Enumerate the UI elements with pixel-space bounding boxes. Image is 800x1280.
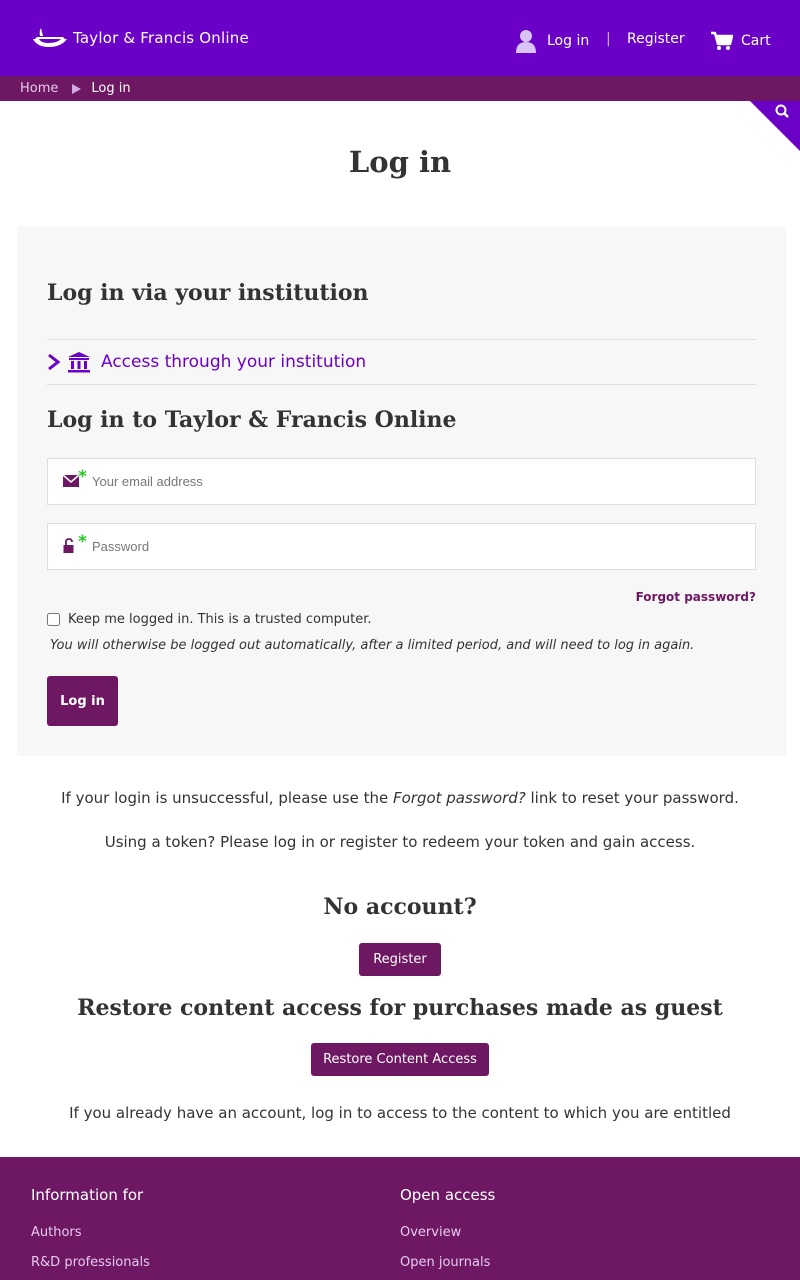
keep-logged-in-option[interactable]: Keep me logged in. This is a trusted com… [47, 612, 372, 627]
note-prefix: If your login is unsuccessful, please us… [61, 789, 393, 807]
password-field: * [47, 523, 756, 570]
breadcrumb: Home Log in [0, 76, 800, 101]
chevron-right-icon [48, 353, 61, 371]
user-icon [516, 30, 536, 53]
password-input[interactable] [92, 524, 742, 569]
header-cart-label: Cart [741, 33, 771, 49]
footer-link-rd-professionals[interactable]: R&D professionals [31, 1255, 150, 1280]
site-logo[interactable]: Taylor & Francis Online [31, 24, 249, 52]
header-login-label: Log in [547, 33, 590, 49]
restore-access-heading: Restore content access for purchases mad… [77, 995, 723, 1021]
note-forgot-reference: Forgot password? [392, 789, 526, 807]
required-marker: * [78, 467, 87, 487]
page-title: Log in [348, 145, 452, 179]
footer-link-open-journals[interactable]: Open journals [400, 1255, 495, 1280]
breadcrumb-arrow-icon [72, 83, 82, 94]
no-account-heading: No account? [323, 894, 477, 920]
login-form-heading: Log in to Taylor & Francis Online [47, 407, 457, 433]
breadcrumb-current: Log in [91, 81, 131, 96]
footer-link-overview[interactable]: Overview [400, 1225, 495, 1255]
header-cart-link[interactable]: Cart [711, 30, 771, 52]
institution-access-link[interactable]: Access through your institution [47, 339, 756, 385]
footer-column-information: Information for Authors R&D professional… [31, 1186, 150, 1280]
institution-heading: Log in via your institution [47, 280, 369, 306]
footer-heading-information: Information for [31, 1186, 144, 1204]
unsuccessful-login-note: If your login is unsuccessful, please us… [0, 789, 800, 807]
header-login-link[interactable]: Log in [516, 28, 589, 54]
institution-access-label: Access through your institution [101, 352, 367, 372]
keep-logged-in-checkbox[interactable] [47, 613, 60, 626]
keep-logged-in-label: Keep me logged in. This is a trusted com… [68, 612, 372, 627]
required-marker: * [78, 532, 87, 552]
token-note: Using a token? Please log in or register… [104, 833, 696, 851]
institution-icon [68, 352, 90, 373]
header-register-link[interactable]: Register [627, 31, 685, 47]
restore-content-access-button[interactable]: Restore Content Access [311, 1043, 489, 1076]
login-submit-button[interactable]: Log in [47, 676, 118, 726]
footer-link-authors[interactable]: Authors [31, 1225, 150, 1255]
footer-heading-open-access: Open access [400, 1186, 496, 1204]
header-separator: | [606, 31, 611, 47]
logo-text: Taylor & Francis Online [73, 29, 249, 47]
note-suffix: link to reset your password. [525, 789, 739, 807]
email-field: * [47, 458, 756, 505]
restore-access-note: If you already have an account, log in t… [69, 1104, 731, 1122]
keep-logged-in-note: You will otherwise be logged out automat… [50, 638, 695, 653]
lamp-logo-icon [33, 28, 67, 47]
footer-column-open-access: Open access Overview Open journals [400, 1186, 495, 1280]
search-toggle-button[interactable] [750, 101, 800, 151]
cart-icon [711, 31, 733, 50]
top-header: Taylor & Francis Online Log in | Registe… [0, 0, 800, 76]
breadcrumb-home[interactable]: Home [20, 81, 58, 96]
register-button[interactable]: Register [359, 943, 441, 976]
forgot-password-link[interactable]: Forgot password? [636, 590, 756, 604]
email-input[interactable] [92, 459, 742, 504]
